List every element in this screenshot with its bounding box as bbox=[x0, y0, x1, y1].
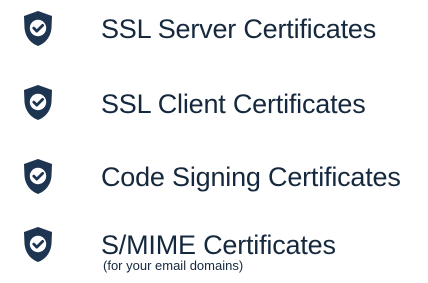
certificate-label: S/MIME Certificates bbox=[101, 230, 336, 260]
shield-check-icon bbox=[22, 10, 54, 47]
shield-check-icon bbox=[22, 226, 54, 263]
certificate-item-ssl-server: SSL Server Certificates bbox=[0, 0, 428, 60]
certificate-label: SSL Client Certificates bbox=[101, 89, 366, 119]
certificate-label: Code Signing Certificates bbox=[101, 162, 401, 192]
shield-check-icon bbox=[22, 158, 54, 195]
certificate-item-code-signing: Code Signing Certificates bbox=[0, 146, 428, 206]
shield-check-icon bbox=[22, 84, 54, 121]
certificate-type-list: SSL Server Certificates SSL Client Certi… bbox=[0, 0, 428, 283]
certificate-label: SSL Server Certificates bbox=[101, 14, 376, 44]
certificate-item-smime: S/MIME Certificates (for your email doma… bbox=[0, 215, 428, 275]
certificate-item-ssl-client: SSL Client Certificates bbox=[0, 71, 428, 131]
certificate-note: (for your email domains) bbox=[103, 258, 244, 273]
